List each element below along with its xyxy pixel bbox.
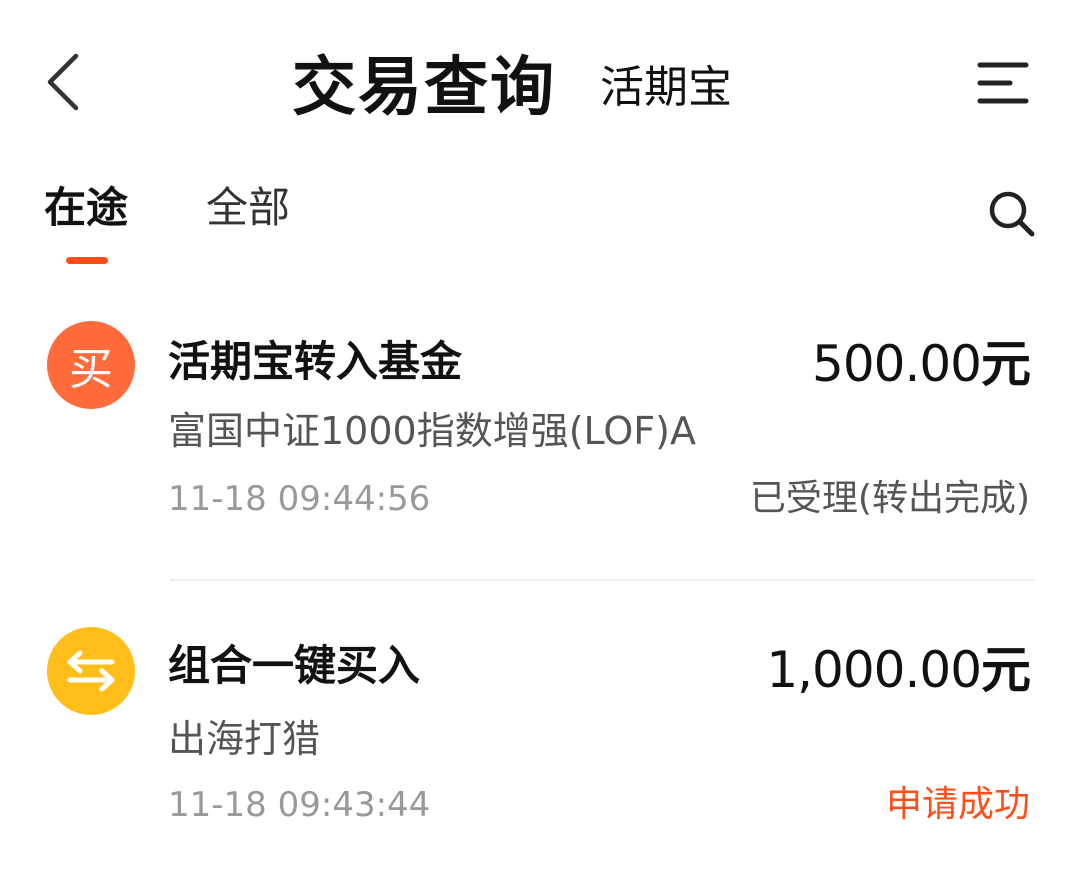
amount-unit: 元 — [981, 335, 1031, 393]
amount-unit: 元 — [981, 641, 1031, 699]
divider — [170, 579, 1036, 581]
header: 交易查询 活期宝 — [0, 0, 1080, 170]
record-time: 11-18 09:43:44 — [168, 785, 431, 825]
search-button[interactable] — [986, 188, 1038, 240]
record-status: 申请成功 — [885, 784, 1030, 825]
exchange-icon — [47, 627, 135, 715]
record-subtitle: 富国中证1000指数增强(LOF)A — [168, 409, 696, 453]
menu-button[interactable] — [976, 58, 1030, 108]
transaction-record[interactable]: 组合一键买入 1,000.00元 出海打猎 11-18 09:43:44 申请成… — [0, 624, 1080, 844]
page-title: 交易查询 — [292, 51, 556, 125]
active-tab-indicator — [66, 257, 108, 264]
amount-value: 1,000.00 — [766, 641, 982, 699]
chevron-left-icon — [47, 53, 79, 111]
tab-all[interactable]: 全部 — [206, 180, 290, 236]
record-status: 已受理(转出完成) — [749, 478, 1030, 519]
tab-in-transit[interactable]: 在途 — [44, 180, 128, 236]
record-time: 11-18 09:44:56 — [168, 479, 431, 519]
record-subtitle: 出海打猎 — [168, 717, 321, 761]
search-icon — [989, 191, 1035, 237]
transaction-record[interactable]: 买 活期宝转入基金 500.00元 富国中证1000指数增强(LOF)A 11-… — [0, 318, 1080, 538]
amount-value: 500.00 — [812, 335, 982, 393]
page-subtitle: 活期宝 — [600, 62, 732, 113]
transfer-arrows-icon — [67, 650, 115, 692]
buy-icon: 买 — [47, 321, 135, 409]
record-title: 组合一键买入 — [168, 641, 421, 690]
record-amount: 1,000.00元 — [766, 638, 1031, 702]
record-title: 活期宝转入基金 — [168, 337, 463, 386]
record-amount: 500.00元 — [812, 332, 1031, 396]
menu-icon — [977, 62, 1029, 104]
back-button[interactable] — [40, 50, 90, 114]
buy-icon-text: 买 — [69, 344, 113, 395]
transaction-query-page: 交易查询 活期宝 在途 全部 买 活期宝转入基金 500.00元 富国中证100… — [0, 0, 1080, 892]
